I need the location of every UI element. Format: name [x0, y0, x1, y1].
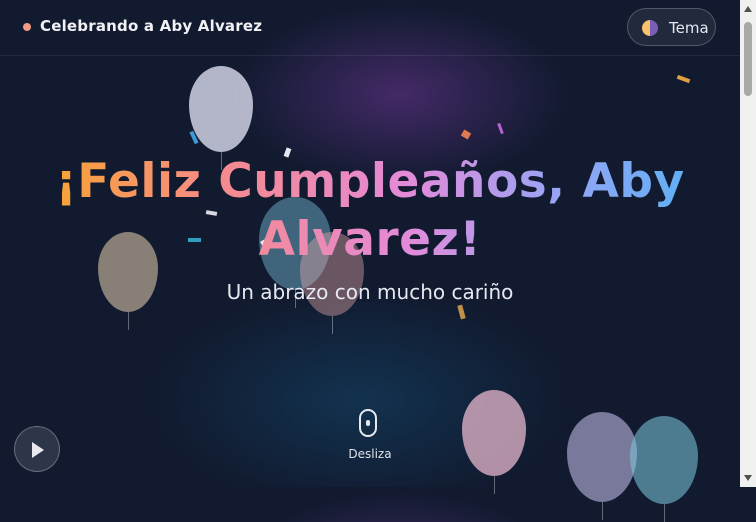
theme-toggle-button[interactable]: Tema	[627, 8, 716, 46]
mouse-scroll-icon	[359, 409, 377, 437]
confetti	[676, 74, 691, 84]
confetti	[457, 304, 466, 320]
top-bar: Celebrando a Aby Alvarez Tema	[0, 0, 740, 56]
balloon	[189, 66, 253, 170]
confetti	[497, 122, 504, 135]
brand-dot	[23, 23, 31, 31]
scroll-up-arrow-icon[interactable]	[744, 6, 752, 12]
scrollbar-thumb[interactable]	[744, 22, 752, 96]
hero-title: ¡Feliz Cumpleaños, Aby Alvarez!	[40, 153, 700, 269]
play-icon	[32, 442, 44, 458]
balloon	[462, 390, 526, 494]
theme-button-label: Tema	[669, 19, 709, 37]
scroll-down-arrow-icon[interactable]	[744, 475, 752, 481]
scroll-hint-label: Desliza	[348, 447, 392, 461]
half-moon-icon	[642, 20, 658, 36]
balloon	[630, 416, 698, 522]
music-play-button[interactable]	[14, 426, 60, 472]
balloon	[567, 412, 637, 520]
hero-subtitle: Un abrazo con mucho cariño	[226, 280, 514, 304]
brand-title: Celebrando a Aby Alvarez	[40, 17, 263, 35]
confetti	[460, 129, 472, 140]
scroll-hint[interactable]: Desliza	[340, 407, 400, 467]
